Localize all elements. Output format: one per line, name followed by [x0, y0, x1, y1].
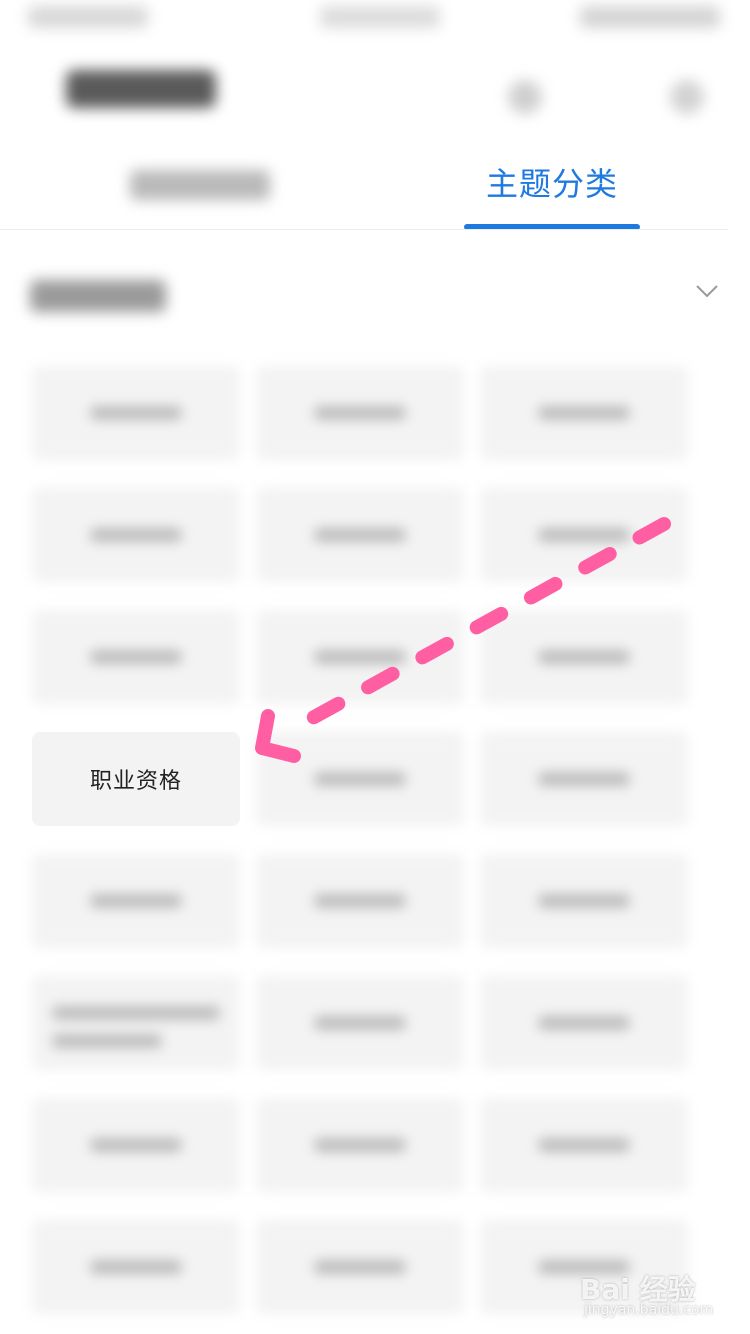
category-tile[interactable] — [32, 1220, 240, 1314]
category-label: 职业资格 — [89, 769, 182, 794]
category-tile[interactable] — [32, 854, 240, 948]
category-grid: 职业资格 — [0, 0, 750, 1334]
category-tile[interactable] — [32, 610, 240, 704]
category-tile[interactable] — [256, 488, 464, 582]
category-tile[interactable] — [480, 488, 688, 582]
category-tile[interactable] — [480, 1098, 688, 1192]
category-tile[interactable] — [480, 610, 688, 704]
category-tile[interactable] — [32, 1098, 240, 1192]
category-tile[interactable] — [256, 610, 464, 704]
watermark-sub: jingyan.baidu.com — [584, 1302, 714, 1318]
category-tile[interactable] — [256, 366, 464, 460]
category-tile[interactable] — [480, 366, 688, 460]
watermark: Bai 经验 jingyan.baidu.com — [580, 1268, 730, 1320]
category-tile[interactable] — [256, 976, 464, 1070]
category-tile[interactable] — [256, 1098, 464, 1192]
category-tile[interactable] — [32, 488, 240, 582]
category-tile[interactable] — [480, 732, 688, 826]
category-tile[interactable] — [256, 1220, 464, 1314]
category-tile[interactable] — [32, 366, 240, 460]
category-tile[interactable] — [256, 732, 464, 826]
category-tile[interactable] — [480, 854, 688, 948]
category-tile[interactable] — [32, 976, 240, 1070]
category-tile-professional-qualification[interactable]: 职业资格 — [32, 732, 240, 826]
category-tile[interactable] — [480, 976, 688, 1070]
category-tile[interactable] — [256, 854, 464, 948]
